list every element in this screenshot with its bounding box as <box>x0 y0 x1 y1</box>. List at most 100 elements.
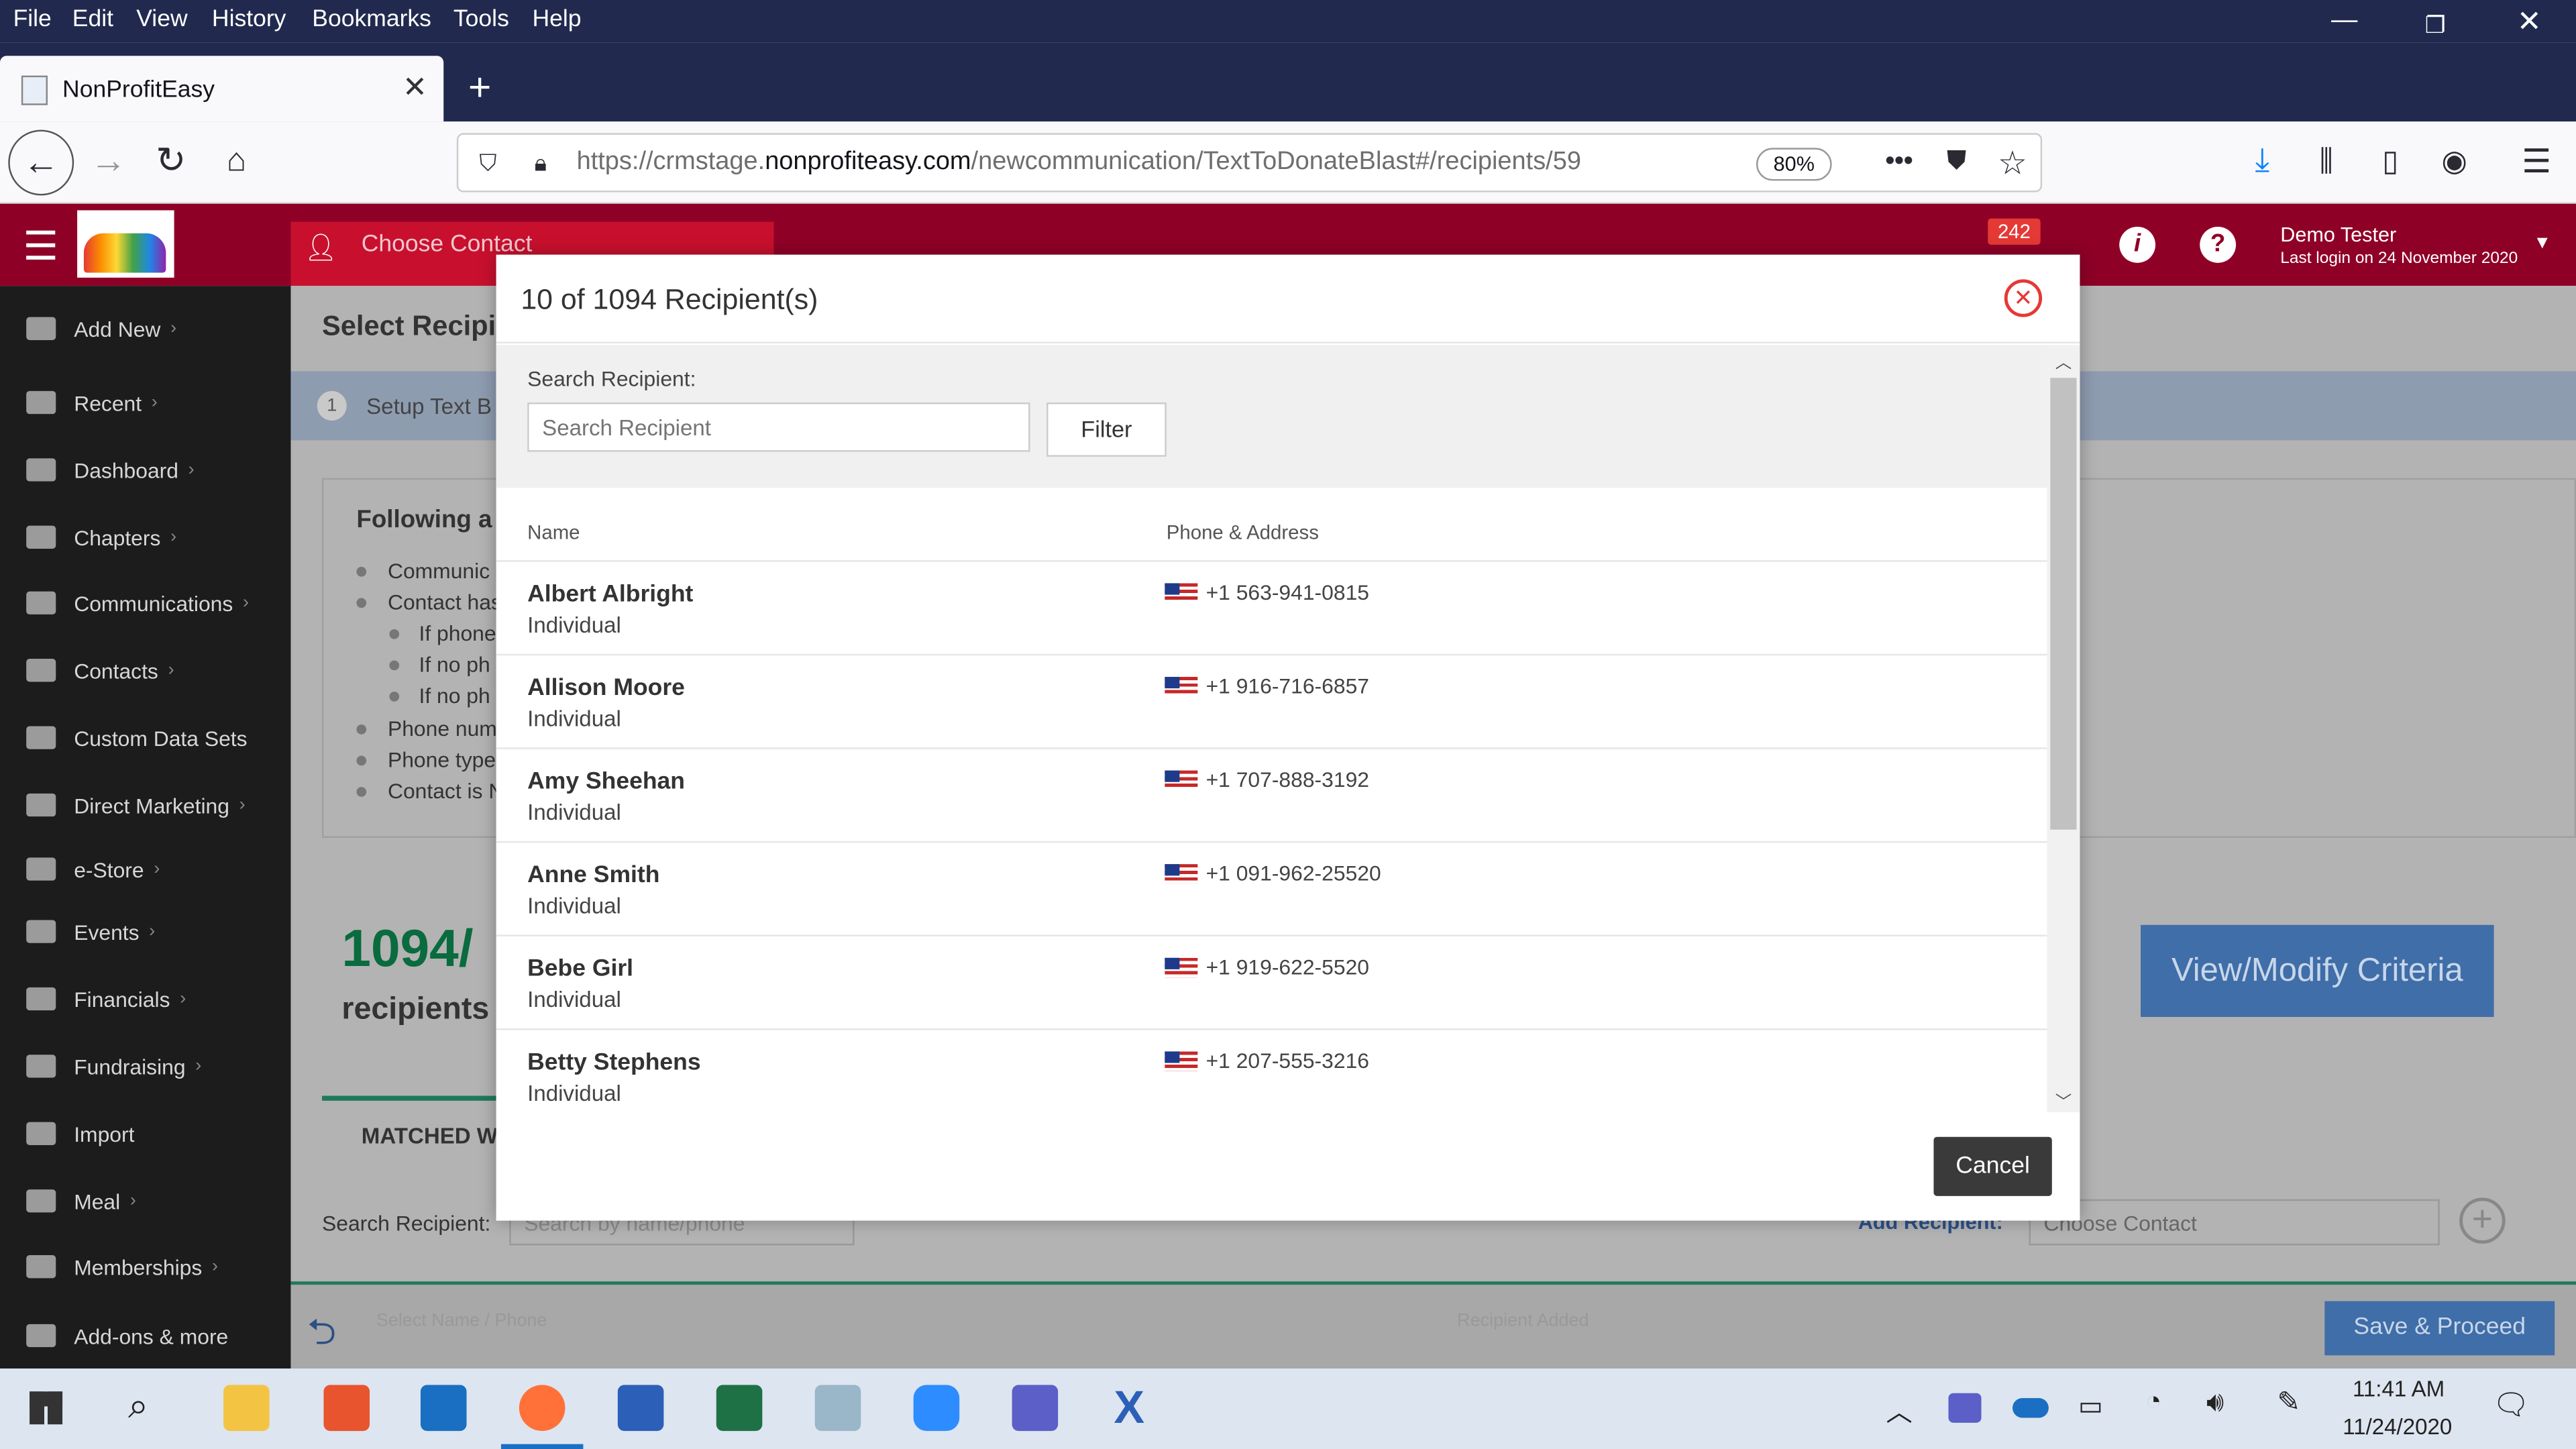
teams-icon[interactable] <box>1012 1385 1059 1432</box>
menu-bookmarks[interactable]: Bookmarks <box>312 7 431 33</box>
download-icon[interactable]: ⤓ <box>2243 142 2282 181</box>
minimize-icon[interactable]: — <box>2331 7 2357 36</box>
office-icon[interactable] <box>323 1385 370 1432</box>
menu-tools[interactable]: Tools <box>453 7 509 33</box>
modal-scrollbar[interactable]: ︿ ﹀ <box>2047 345 2080 1112</box>
sidebar-item-communications[interactable]: Communications › <box>0 570 290 636</box>
tray-teams-icon[interactable] <box>1948 1393 1982 1423</box>
recipient-row[interactable]: Anne Smith Individual +1 091-962-25520 <box>496 843 2047 936</box>
menu-history[interactable]: History <box>212 7 286 33</box>
sidebar-item-fundraising[interactable]: Fundraising › <box>0 1033 290 1099</box>
user-dropdown-icon[interactable]: ▼ <box>2533 233 2551 253</box>
modal-search-input[interactable] <box>527 402 1030 452</box>
menu-edit[interactable]: Edit <box>72 7 113 33</box>
tray-chevron-icon[interactable]: ︿ <box>1886 1390 1912 1430</box>
firefox-icon[interactable] <box>519 1385 566 1432</box>
scroll-down-icon[interactable]: ﹀ <box>2055 1087 2072 1112</box>
library-icon[interactable]: ⫼ <box>2306 142 2346 181</box>
cancel-button[interactable]: Cancel <box>1933 1136 2052 1196</box>
excel-icon[interactable] <box>716 1385 763 1432</box>
recipient-row[interactable]: Albert Albright Individual +1 563-941-0815 <box>496 562 2047 656</box>
back-arrow-icon[interactable]: ⮌ <box>307 1305 336 1367</box>
sidebar-item-add-new[interactable]: Add New › <box>0 296 290 362</box>
wifi-icon[interactable]: ◔ <box>2145 1388 2161 1417</box>
forward-icon[interactable]: → <box>85 138 131 184</box>
outlook-icon[interactable] <box>420 1385 467 1432</box>
zoom-icon[interactable] <box>913 1385 960 1432</box>
notepad-icon[interactable] <box>814 1385 861 1432</box>
menu-file[interactable]: File <box>13 7 52 33</box>
search-icon[interactable]: ⌕ <box>128 1385 148 1428</box>
new-tab-icon[interactable]: + <box>468 66 491 112</box>
sidebar-item-meal[interactable]: Meal › <box>0 1168 290 1234</box>
sidebar-item-events[interactable]: Events › <box>0 899 290 965</box>
sidebar-item-custom-data-sets[interactable]: Custom Data Sets <box>0 705 290 771</box>
clock-time[interactable]: 11:41 AM <box>2353 1377 2445 1401</box>
sidebar-item-financials[interactable]: Financials › <box>0 966 290 1032</box>
shield-icon[interactable]: ⛉ <box>472 146 504 179</box>
app-menu-icon[interactable]: ☰ <box>2517 142 2557 181</box>
account-icon[interactable]: ◉ <box>2434 142 2474 181</box>
sidebar-item-label: Meal <box>74 1188 121 1214</box>
file-explorer-icon[interactable] <box>223 1385 270 1432</box>
url-text[interactable]: https://crmstage.nonprofiteasy.com/newco… <box>577 148 1581 177</box>
user-name[interactable]: Demo Tester <box>2280 223 2396 246</box>
sidebar-item-e-store[interactable]: e-Store › <box>0 837 290 902</box>
recipient-type: Individual <box>527 706 621 731</box>
pen-icon[interactable]: ✎ <box>2277 1387 2300 1419</box>
help-icon[interactable]: ? <box>2200 226 2237 263</box>
add-recipient-input[interactable]: Choose Contact <box>2029 1199 2440 1246</box>
menu-view[interactable]: View <box>136 7 187 33</box>
notifications-icon[interactable]: 🗨︎ <box>2492 1388 2530 1422</box>
pocket-icon[interactable]: ⛊ <box>1937 145 1976 181</box>
sidebar-item-import[interactable]: Import <box>0 1101 290 1167</box>
sidebar-item-contacts[interactable]: Contacts › <box>0 637 290 703</box>
org-logo[interactable] <box>77 210 174 278</box>
step-label[interactable]: Setup Text B <box>366 394 492 419</box>
url-bar[interactable]: ⛉ 🔒︎ https://crmstage.nonprofiteasy.com/… <box>456 133 2043 193</box>
windows-start-icon[interactable] <box>30 1391 63 1425</box>
modal-close-icon[interactable]: ✕ <box>2004 279 2043 317</box>
recipient-row[interactable]: Betty Stephens Individual +1 207-555-3216 <box>496 1030 2047 1112</box>
sidebar-toggle-icon[interactable]: ▯ <box>2371 142 2410 181</box>
sidebar-item-memberships[interactable]: Memberships › <box>0 1234 290 1299</box>
sidebar-item-dashboard[interactable]: Dashboard › <box>0 437 290 502</box>
recipient-row[interactable]: Bebe Girl Individual +1 919-622-5520 <box>496 936 2047 1030</box>
recipient-row[interactable]: Amy Sheehan Individual +1 707-888-3192 <box>496 749 2047 843</box>
save-proceed-button[interactable]: Save & Proceed <box>2324 1301 2555 1356</box>
close-window-icon[interactable]: ✕ <box>2517 5 2542 39</box>
battery-icon[interactable]: ▭ <box>2078 1390 2103 1423</box>
more-actions-icon[interactable]: ••• <box>1880 145 1919 181</box>
hamburger-icon[interactable]: ☰ <box>23 223 58 271</box>
restore-icon[interactable]: ❐ <box>2425 11 2446 40</box>
scroll-up-icon[interactable]: ︿ <box>2055 348 2072 373</box>
xero-icon[interactable]: X <box>1114 1382 1144 1434</box>
home-icon[interactable]: ⌂ <box>213 138 260 184</box>
sidebar-item-label: e-Store <box>74 857 144 881</box>
volume-icon[interactable]: 🔊︎ <box>2206 1387 2224 1419</box>
zoom-level[interactable]: 80% <box>1756 148 1832 181</box>
close-tab-icon[interactable]: ✕ <box>402 70 427 105</box>
info-icon[interactable]: i <box>2119 226 2156 263</box>
view-modify-criteria-button[interactable]: View/Modify Criteria <box>2141 924 2494 1017</box>
recipient-row[interactable]: Allison Moore Individual +1 916-716-6857 <box>496 655 2047 749</box>
reload-icon[interactable]: ↻ <box>148 138 194 184</box>
word-icon[interactable] <box>617 1385 664 1432</box>
scroll-thumb[interactable] <box>2050 378 2077 830</box>
menu-help[interactable]: Help <box>532 7 581 33</box>
clock-date[interactable]: 11/24/2020 <box>2343 1415 2452 1440</box>
back-icon[interactable]: ← <box>8 129 74 196</box>
browser-tab[interactable]: NonProfitEasy ✕ <box>0 56 444 122</box>
onedrive-icon[interactable] <box>2012 1398 2049 1418</box>
sidebar-item-recent[interactable]: Recent › <box>0 370 290 435</box>
sidebar-item-add-ons-more[interactable]: Add-ons & more <box>0 1303 290 1368</box>
filter-button[interactable]: Filter <box>1046 402 1167 457</box>
add-recipient-icon[interactable]: + <box>2459 1197 2506 1244</box>
sidebar-item-direct-marketing[interactable]: Direct Marketing › <box>0 772 290 838</box>
chevron-right-icon: › <box>151 392 158 413</box>
recipient-type: Individual <box>527 800 621 825</box>
sidebar-item-chapters[interactable]: Chapters › <box>0 504 290 570</box>
notification-badge[interactable]: 242 <box>1988 218 2041 245</box>
column-header-name: Name <box>527 521 580 544</box>
bookmark-star-icon[interactable]: ☆ <box>1993 143 2033 182</box>
